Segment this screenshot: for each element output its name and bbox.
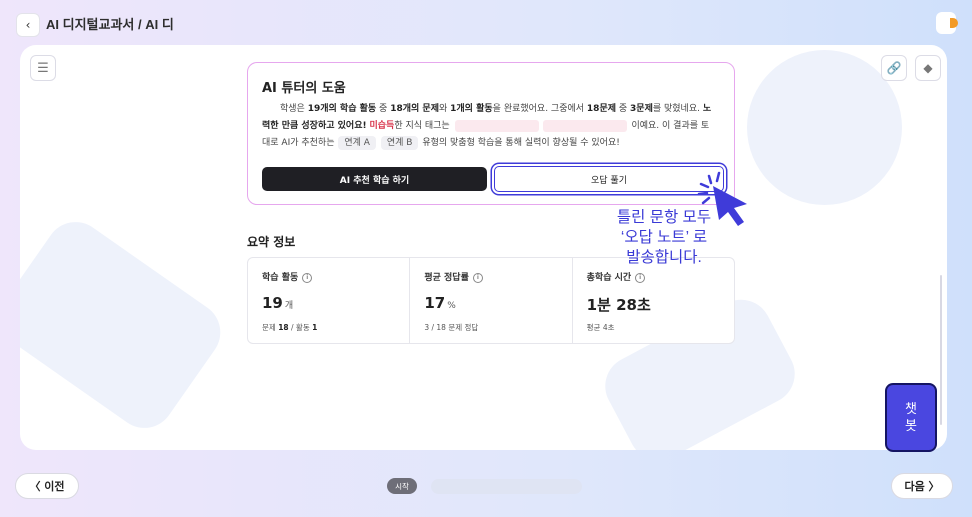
summary-stats: 학습 활동 i 19 개 문제 18 / 활동 1 평균 정답률 i 17% 3 / …	[247, 257, 735, 344]
extension-button[interactable]: ◆	[915, 55, 941, 81]
link-icon: 🔗	[886, 61, 902, 75]
stat-study-time: 총학습 시간 i 1분 28초 평균 4초	[573, 258, 734, 343]
info-icon[interactable]: i	[472, 272, 483, 283]
stat-label: 학습 활동	[262, 273, 299, 283]
stat-label: 평균 정답률	[424, 273, 469, 283]
stat-activities: 학습 활동 i 19 개 문제 18 / 활동 1	[248, 258, 411, 343]
chatbot-button[interactable]: 챗봇	[885, 383, 937, 452]
background-shape	[20, 210, 233, 440]
stat-value: 1분 28초	[586, 296, 651, 314]
stat-label: 총학습 시간	[586, 273, 632, 283]
solve-wrong-answers-button[interactable]: 오답 풀기	[494, 166, 724, 192]
stat-detail: 문제 18 / 활동 1	[262, 323, 318, 332]
stat-accuracy: 평균 정답률 i 17% 3 / 18 문제 정답	[410, 258, 573, 343]
progress-bar	[431, 479, 582, 494]
app-window: ‹ AI 디지털교과서 / AI 디 ☰ 🔗 ◆ AI 튜터의 도움 학생은 1…	[0, 0, 972, 517]
prev-button[interactable]: 〈 이전	[15, 473, 79, 499]
tutor-message: 학생은 19개의 학습 활동 중 18개의 문제와 1개의 활동을 완료했어요.…	[262, 104, 712, 150]
hamburger-menu-icon: ☰	[37, 60, 49, 76]
start-badge: 시작	[387, 478, 417, 494]
pointer-cursor-icon	[697, 171, 747, 226]
recommend-chip: 연계 B	[380, 136, 419, 150]
stat-value: 19 개	[262, 294, 294, 312]
stat-detail: 3 / 18 문제 정답	[424, 323, 479, 332]
content-panel: ☰ 🔗 ◆ AI 튜터의 도움 학생은 19개의 학습 활동 중 18개의 문제…	[20, 45, 947, 450]
background-circle	[747, 50, 902, 205]
ai-tutor-card: AI 튜터의 도움 학생은 19개의 학습 활동 중 18개의 문제와 1개의 …	[247, 62, 735, 205]
menu-button[interactable]: ☰	[30, 55, 56, 81]
scrollbar[interactable]	[940, 275, 942, 425]
back-button[interactable]: ‹	[16, 13, 40, 37]
puzzle-icon: ◆	[923, 61, 933, 75]
breadcrumb: AI 디지털교과서 / AI 디	[46, 17, 174, 32]
info-icon[interactable]: i	[302, 272, 313, 283]
untaught-tag-label: 미습득	[369, 121, 395, 131]
chevron-left-icon: ‹	[25, 18, 31, 32]
link-button[interactable]: 🔗	[881, 55, 907, 81]
knowledge-tag-placeholder	[542, 119, 627, 132]
knowledge-tag-placeholder	[454, 119, 539, 132]
stat-value: 17%	[424, 294, 456, 312]
top-bar: ‹ AI 디지털교과서 / AI 디	[0, 0, 972, 45]
tutor-title: AI 튜터의 도움	[262, 81, 346, 96]
next-button[interactable]: 다음 〉	[891, 473, 953, 499]
ai-recommend-button[interactable]: AI 추천 학습 하기	[262, 167, 487, 191]
info-icon[interactable]: i	[635, 272, 646, 283]
stat-detail: 평균 4초	[586, 323, 615, 332]
side-handle-icon[interactable]	[936, 12, 958, 34]
recommend-chip: 연계 A	[338, 136, 376, 150]
summary-title: 요약 정보	[247, 235, 296, 249]
